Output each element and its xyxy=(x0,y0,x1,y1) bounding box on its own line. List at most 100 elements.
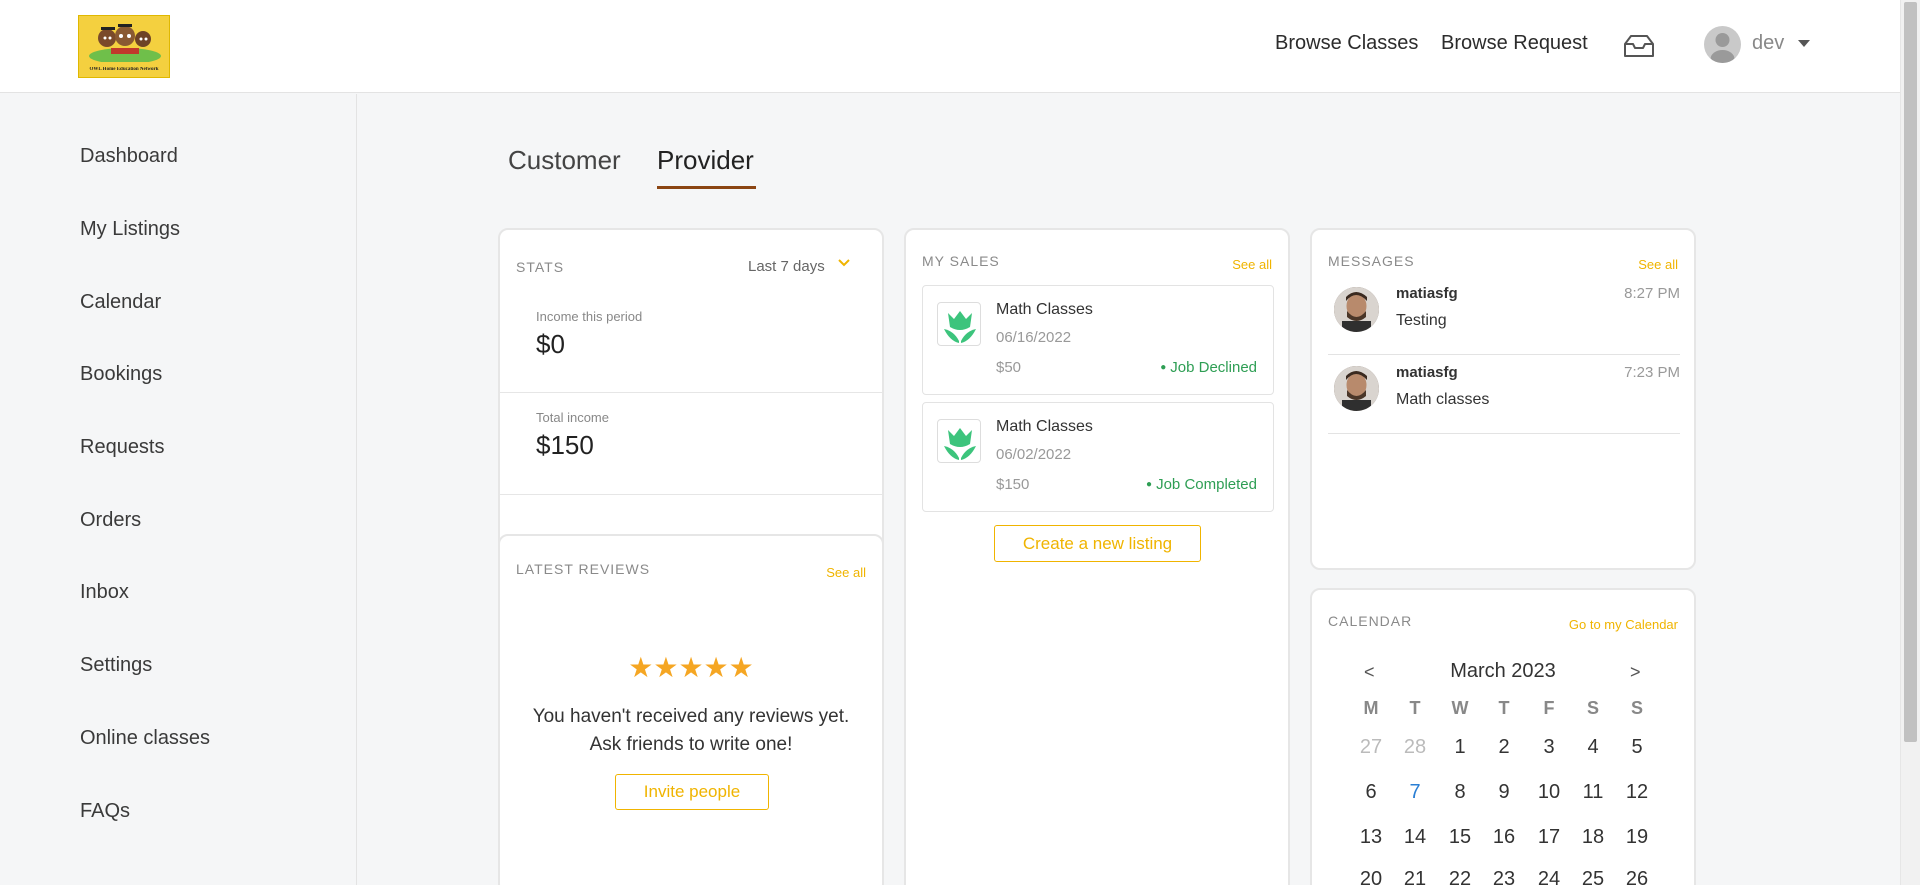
calendar-day[interactable]: 20 xyxy=(1354,868,1388,885)
message-time: 8:27 PM xyxy=(1624,285,1680,302)
sidebar-item-dashboard[interactable]: Dashboard xyxy=(80,145,178,168)
sidebar-item-online-classes[interactable]: Online classes xyxy=(80,727,210,750)
sale-item[interactable]: Math Classes 06/02/2022 $150 Job Complet… xyxy=(922,402,1274,512)
calendar-day[interactable]: 2 xyxy=(1487,736,1521,759)
calendar-day[interactable]: 10 xyxy=(1532,781,1566,804)
avatar xyxy=(1334,366,1379,411)
sales-see-all-link[interactable]: See all xyxy=(1232,257,1272,272)
stats-range-select[interactable]: Last 7 days xyxy=(748,258,825,275)
calendar-day[interactable]: 12 xyxy=(1620,781,1654,804)
page-scrollbar[interactable] xyxy=(1900,0,1920,885)
calendar-day[interactable]: 27 xyxy=(1354,736,1388,759)
sale-item[interactable]: Math Classes 06/16/2022 $50 Job Declined xyxy=(922,285,1274,395)
sidebar-item-settings[interactable]: Settings xyxy=(80,654,152,677)
user-name[interactable]: dev xyxy=(1752,32,1784,55)
tab-provider[interactable]: Provider xyxy=(657,145,754,176)
messages-title: MESSAGES xyxy=(1328,253,1415,269)
top-navbar: OWL Home Education Network Browse Classe… xyxy=(0,0,1900,93)
weekday-label: M xyxy=(1363,698,1379,718)
calendar-next-button[interactable]: > xyxy=(1630,662,1641,683)
calendar-day[interactable]: 13 xyxy=(1354,826,1388,849)
calendar-day[interactable]: 16 xyxy=(1487,826,1521,849)
calendar-day[interactable]: 21 xyxy=(1398,868,1432,885)
person-photo-icon xyxy=(1334,287,1379,332)
sales-title: MY SALES xyxy=(922,253,1000,269)
sale-status: Job Declined xyxy=(1160,359,1257,376)
sale-price: $150 xyxy=(996,476,1030,493)
calendar-card: CALENDAR Go to my Calendar < March 2023 … xyxy=(1310,588,1696,885)
weekday-label: W xyxy=(1451,698,1469,718)
weekday-label: S xyxy=(1630,698,1643,718)
go-to-calendar-link[interactable]: Go to my Calendar xyxy=(1569,617,1678,632)
sidebar: Dashboard My Listings Calendar Bookings … xyxy=(0,94,357,885)
logo-illustration xyxy=(89,24,161,62)
chevron-down-icon[interactable] xyxy=(1798,40,1810,47)
calendar-day[interactable]: 8 xyxy=(1443,781,1477,804)
sidebar-item-faqs[interactable]: FAQs xyxy=(80,800,130,823)
sale-title: Math Classes xyxy=(996,301,1093,318)
calendar-day[interactable]: 4 xyxy=(1576,736,1610,759)
calendar-day[interactable]: 5 xyxy=(1620,736,1654,759)
scrollbar-thumb[interactable] xyxy=(1904,2,1917,742)
invite-people-button[interactable]: Invite people xyxy=(615,774,769,810)
nav-browse-request[interactable]: Browse Request xyxy=(1441,32,1588,55)
calendar-day[interactable]: 9 xyxy=(1487,781,1521,804)
calendar-day[interactable]: 17 xyxy=(1532,826,1566,849)
reviews-card: LATEST REVIEWS See all ★★★★★ You haven't… xyxy=(498,534,884,885)
calendar-day[interactable]: 14 xyxy=(1398,826,1432,849)
message-preview: Testing xyxy=(1396,312,1447,329)
listing-thumbnail xyxy=(937,302,981,346)
sidebar-item-inbox[interactable]: Inbox xyxy=(80,581,129,604)
message-item[interactable]: matiasfg 7:23 PM Math classes xyxy=(1328,355,1680,434)
sales-card: MY SALES See all Math Classes 06/16/2022… xyxy=(904,228,1290,885)
income-period-value: $0 xyxy=(536,329,565,359)
calendar-title: CALENDAR xyxy=(1328,613,1413,629)
message-sender: matiasfg xyxy=(1396,364,1458,381)
calendar-day[interactable]: 15 xyxy=(1443,826,1477,849)
message-time: 7:23 PM xyxy=(1624,364,1680,381)
create-listing-button[interactable]: Create a new listing xyxy=(994,525,1201,562)
calendar-day[interactable]: 11 xyxy=(1576,781,1610,804)
nav-browse-classes[interactable]: Browse Classes xyxy=(1275,32,1418,55)
calendar-day[interactable]: 19 xyxy=(1620,826,1654,849)
calendar-day[interactable]: 18 xyxy=(1576,826,1610,849)
sidebar-item-calendar[interactable]: Calendar xyxy=(80,291,161,314)
chevron-down-icon[interactable] xyxy=(838,258,850,268)
avatar xyxy=(1334,287,1379,332)
calendar-day-today[interactable]: 7 xyxy=(1398,781,1432,804)
calendar-day[interactable]: 26 xyxy=(1620,868,1654,885)
sale-date: 06/16/2022 xyxy=(996,329,1072,346)
message-preview: Math classes xyxy=(1396,391,1490,408)
calendar-day[interactable]: 24 xyxy=(1532,868,1566,885)
calendar-day[interactable]: 23 xyxy=(1487,868,1521,885)
total-income-value: $150 xyxy=(536,430,594,460)
reviews-see-all-link[interactable]: See all xyxy=(826,565,866,580)
message-item[interactable]: matiasfg 8:27 PM Testing xyxy=(1328,276,1680,355)
calendar-day[interactable]: 1 xyxy=(1443,736,1477,759)
calendar-day[interactable]: 6 xyxy=(1354,781,1388,804)
inbox-tray-icon[interactable] xyxy=(1622,32,1656,60)
message-sender: matiasfg xyxy=(1396,285,1458,302)
weekday-label: S xyxy=(1586,698,1599,718)
reviews-title: LATEST REVIEWS xyxy=(516,561,651,577)
calendar-day[interactable]: 25 xyxy=(1576,868,1610,885)
messages-see-all-link[interactable]: See all xyxy=(1638,257,1678,272)
stats-divider xyxy=(500,494,882,495)
tab-customer[interactable]: Customer xyxy=(508,145,621,176)
sale-status: Job Completed xyxy=(1146,476,1257,493)
sidebar-item-bookings[interactable]: Bookings xyxy=(80,363,162,386)
user-avatar[interactable] xyxy=(1704,26,1741,63)
sidebar-item-requests[interactable]: Requests xyxy=(80,436,165,459)
tulip-icon xyxy=(944,428,976,460)
calendar-day[interactable]: 22 xyxy=(1443,868,1477,885)
tulip-icon xyxy=(944,311,976,343)
site-logo[interactable]: OWL Home Education Network xyxy=(78,15,170,78)
stats-title: STATS xyxy=(516,259,565,275)
sidebar-item-orders[interactable]: Orders xyxy=(80,509,141,532)
active-tab-indicator xyxy=(657,186,756,189)
reviews-empty-message: You haven't received any reviews yet. As… xyxy=(532,706,850,755)
calendar-day[interactable]: 28 xyxy=(1398,736,1432,759)
sidebar-item-my-listings[interactable]: My Listings xyxy=(80,218,180,241)
listing-thumbnail xyxy=(937,419,981,463)
calendar-day[interactable]: 3 xyxy=(1532,736,1566,759)
